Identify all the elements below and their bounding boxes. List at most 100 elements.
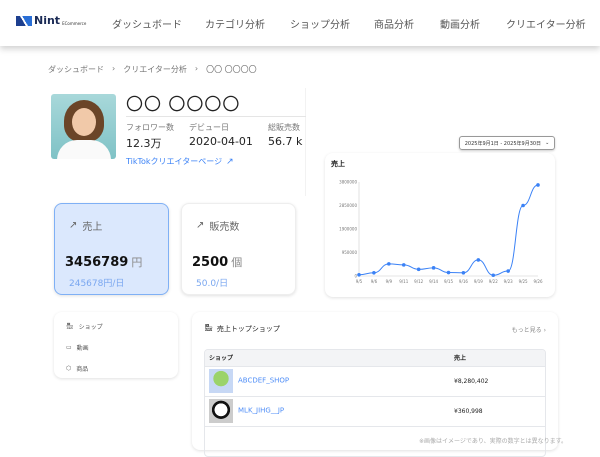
y-tick-label: 1900000: [339, 227, 357, 232]
sales-line: [358, 184, 539, 276]
nav-product[interactable]: 商品分析: [374, 16, 414, 31]
total-sales-label: 総販売数: [268, 123, 300, 132]
x-tick-label: 9/25: [519, 279, 528, 284]
x-tick-label: 9/12: [414, 279, 423, 284]
tiktok-link-label: TikTokクリエイターページ: [126, 157, 223, 166]
data-point: [491, 273, 496, 278]
side-menu-shop[interactable]: 🏪︎ ショップ: [66, 322, 103, 331]
chevron-down-icon: ⌄: [545, 140, 550, 146]
kpi-sub: 245678円/日: [69, 279, 125, 289]
disclaimer-note: ※画像はイメージであり、実際の数字とは異なります。: [419, 438, 568, 445]
side-menu-product[interactable]: ⬡ 商品: [66, 364, 88, 373]
side-menu: 🏪︎ ショップ ▭ 動画 ⬡ 商品: [54, 312, 178, 378]
side-menu-video[interactable]: ▭ 動画: [66, 343, 89, 352]
nav-video[interactable]: 動画分析: [440, 16, 480, 31]
data-point: [521, 203, 525, 208]
followers-label: フォロワー数: [126, 123, 174, 132]
data-point: [416, 267, 421, 272]
box-icon: ⬡: [66, 365, 72, 372]
x-tick-label: 9/16: [459, 279, 468, 284]
date-range-label: 2025年9月1日 - 2025年9月30日: [464, 140, 542, 147]
data-point: [446, 270, 451, 275]
x-tick-label: 9/11: [399, 279, 408, 284]
kpi-value: 3456789: [65, 255, 129, 270]
shop-name-link[interactable]: MLK_JIHG__JP: [238, 407, 284, 415]
kpi-title: 販売数: [209, 222, 240, 233]
kpi-value: 2500: [192, 255, 229, 270]
shop-thumbnail: [209, 399, 233, 423]
data-point: [461, 270, 466, 275]
data-point: [372, 270, 376, 275]
x-tick-label: 9/14: [429, 279, 438, 284]
nav-category[interactable]: カテゴリ分析: [205, 16, 265, 31]
nav-creator[interactable]: クリエイター分析: [506, 16, 586, 31]
nav-shop[interactable]: ショップ分析: [290, 16, 350, 31]
sales-line-chart: 0 950000 1900000 2850000 3800000 9/5 9/6 9/9 9/1…: [339, 180, 543, 285]
y-tick-label: 3800000: [339, 180, 357, 185]
top-shops-card: 🏪︎ 売上トップショップ もっと見る › ショップ 売上 ABCDEF_SHOP ¥8…: [192, 312, 558, 457]
side-menu-label: 商品: [76, 366, 89, 373]
see-more-link[interactable]: もっと見る ›: [512, 325, 546, 334]
logo-mark-icon: [16, 16, 32, 26]
debut-value: 2020-04-01: [189, 135, 253, 148]
shop-icon: 🏪︎: [66, 323, 74, 330]
table-row[interactable]: MLK_JIHG__JP ¥360,998: [205, 395, 545, 426]
x-tick-label: 9/9: [386, 279, 393, 284]
followers-value: 12.3万: [126, 137, 162, 150]
x-tick-label: 9/15: [444, 279, 453, 284]
avatar: [51, 94, 116, 159]
breadcrumb-dashboard[interactable]: ダッシュボード: [48, 64, 104, 75]
trend-icon: ↗: [69, 220, 78, 231]
shop-icon: 🏪︎: [204, 324, 213, 332]
data-point: [506, 269, 510, 273]
breadcrumb: ダッシュボード › クリエイター分析 › 〇〇 〇〇〇〇: [48, 64, 257, 75]
x-tick-label: 9/26: [534, 279, 543, 284]
y-tick-label: 950000: [342, 250, 358, 255]
shop-sales: ¥8,280,402: [450, 365, 545, 396]
data-point: [401, 263, 406, 267]
debut-label: デビュー日: [189, 123, 229, 132]
video-icon: ▭: [66, 344, 72, 351]
logo[interactable]: Nint ECommerce: [16, 15, 86, 26]
side-menu-label: 動画: [76, 345, 89, 352]
kpi-sales-card[interactable]: ↗ 売上 3456789 円 245678円/日: [54, 203, 169, 295]
see-more-label: もっと見る: [511, 327, 542, 334]
creator-name: 〇〇 〇〇〇〇: [126, 95, 241, 115]
kpi-unit: 円: [131, 256, 143, 269]
kpi-title: 売上: [82, 222, 103, 233]
chevron-right-icon: ›: [194, 64, 199, 73]
shop-name-link[interactable]: ABCDEF_SHOP: [238, 377, 289, 385]
data-point: [387, 262, 391, 266]
breadcrumb-current: 〇〇 〇〇〇〇: [206, 65, 257, 74]
x-tick-label: 9/6: [371, 279, 378, 284]
y-tick-label: 2850000: [339, 203, 357, 208]
y-tick-label: 0: [354, 274, 357, 279]
kpi-units-card[interactable]: ↗ 販売数 2500 個 50.0/日: [181, 203, 296, 295]
top-nav: Nint ECommerce ダッシュボード カテゴリ分析 ショップ分析 商品分析…: [0, 0, 600, 46]
side-menu-label: ショップ: [78, 324, 103, 331]
data-point: [476, 258, 481, 262]
column-header-sales: 売上: [450, 350, 545, 366]
shop-sales: ¥360,998: [450, 395, 545, 426]
x-tick-label: 9/5: [356, 279, 363, 284]
kpi-unit: 個: [231, 256, 243, 269]
breadcrumb-creator[interactable]: クリエイター分析: [123, 64, 187, 75]
data-point: [536, 183, 540, 187]
data-point: [431, 266, 436, 270]
data-point: [357, 272, 361, 277]
creator-profile: 〇〇 〇〇〇〇 フォロワー数 12.3万 デビュー日 2020-04-01 総販売数…: [46, 88, 306, 196]
tiktok-link[interactable]: TikTokクリエイターページ ↗: [126, 156, 234, 167]
top-shops-title-text: 売上トップショップ: [216, 325, 280, 333]
external-link-icon: ↗: [226, 156, 234, 167]
trend-icon: ↗: [196, 220, 205, 231]
shop-thumbnail: [209, 369, 233, 393]
date-range-select[interactable]: 2025年9月1日 - 2025年9月30日 ⌄: [459, 136, 555, 150]
kpi-sub: 50.0/日: [196, 279, 229, 289]
table-row[interactable]: ABCDEF_SHOP ¥8,280,402: [205, 365, 545, 396]
column-header-shop: ショップ: [205, 350, 450, 366]
total-sales-value: 56.7 k: [268, 135, 303, 148]
top-shops-title: 🏪︎ 売上トップショップ: [204, 324, 280, 334]
x-tick-label: 9/19: [474, 279, 483, 284]
chevron-right-icon: ›: [112, 64, 116, 73]
nav-dashboard[interactable]: ダッシュボード: [112, 16, 182, 31]
